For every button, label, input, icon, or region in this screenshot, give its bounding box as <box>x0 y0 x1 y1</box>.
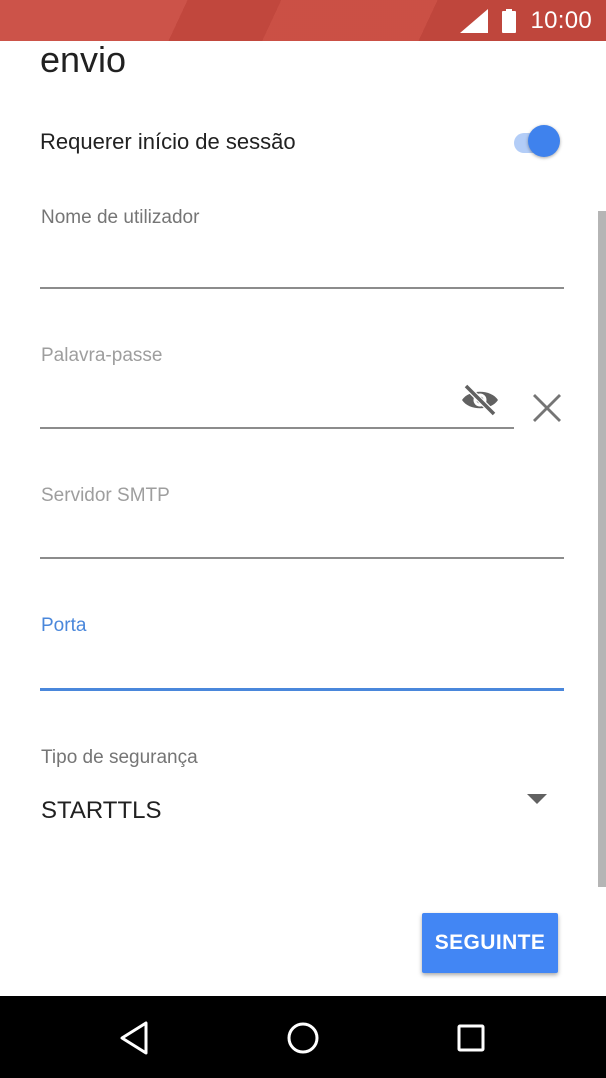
port-underline <box>40 688 564 691</box>
smtp-server-input[interactable] <box>40 521 564 555</box>
clock: 10:00 <box>530 6 592 34</box>
next-button[interactable]: SEGUINTE <box>422 913 558 973</box>
password-underline <box>40 427 514 429</box>
form-content: envio Requerer início de sessão Nome de … <box>0 39 606 996</box>
chevron-down-icon[interactable] <box>527 794 547 806</box>
port-label: Porta <box>41 615 87 636</box>
scrollbar[interactable] <box>598 211 606 887</box>
home-icon[interactable] <box>283 1018 323 1058</box>
password-input[interactable] <box>40 385 450 421</box>
password-label: Palavra-passe <box>41 345 163 366</box>
close-icon[interactable] <box>530 391 564 425</box>
eye-off-icon[interactable] <box>460 383 500 417</box>
security-type-label: Tipo de segurança <box>41 747 198 768</box>
username-input[interactable] <box>40 247 564 283</box>
smtp-server-field: Servidor SMTP <box>40 481 566 563</box>
username-underline <box>40 287 564 289</box>
status-bar: 10:00 <box>0 0 606 41</box>
back-icon[interactable] <box>116 1018 156 1058</box>
signal-icon <box>460 8 489 33</box>
status-icons: 10:00 <box>460 0 592 41</box>
page-title: envio <box>40 39 127 80</box>
port-field: Porta <box>40 611 566 695</box>
smtp-server-label: Servidor SMTP <box>41 485 170 506</box>
password-field: Palavra-passe <box>40 341 566 433</box>
battery-icon <box>502 8 517 33</box>
screen: 10:00 envio Requerer início de sessão No… <box>0 0 606 1078</box>
smtp-server-underline <box>40 557 564 559</box>
port-input[interactable] <box>40 651 564 687</box>
require-login-label: Requerer início de sessão <box>40 129 296 154</box>
username-label: Nome de utilizador <box>41 207 200 228</box>
navigation-bar <box>0 996 606 1078</box>
recents-icon[interactable] <box>451 1018 491 1058</box>
require-login-toggle[interactable] <box>528 125 560 157</box>
require-login-row[interactable]: Requerer início de sessão <box>40 121 566 163</box>
security-type-value: STARTTLS <box>41 797 162 824</box>
username-field: Nome de utilizador <box>40 203 566 291</box>
